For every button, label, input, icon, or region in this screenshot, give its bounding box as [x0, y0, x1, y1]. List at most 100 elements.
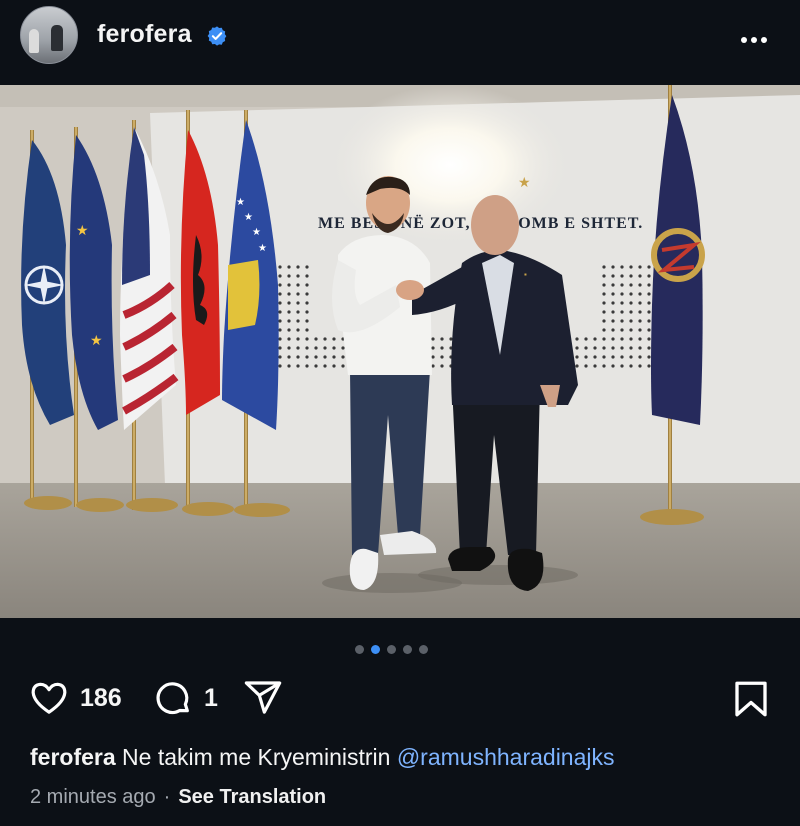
- wall-dot: [638, 337, 642, 341]
- wall-dot: [278, 346, 282, 350]
- wall-dot: [449, 337, 453, 341]
- avatar[interactable]: [20, 6, 78, 64]
- wall-dot: [314, 337, 318, 341]
- avatar-figure: [29, 29, 39, 53]
- wall-dot: [278, 355, 282, 359]
- wall-dot: [602, 337, 606, 341]
- wall-dot: [287, 346, 291, 350]
- wall-dot: [296, 265, 300, 269]
- wall-dot: [278, 292, 282, 296]
- more-options-button[interactable]: [741, 30, 775, 43]
- wall-dot: [611, 355, 615, 359]
- carousel-dot[interactable]: [355, 645, 364, 654]
- wall-dot: [287, 319, 291, 323]
- wall-dot: [314, 355, 318, 359]
- wall-dot: [602, 310, 606, 314]
- wall-dot: [278, 283, 282, 287]
- wall-dot: [431, 337, 435, 341]
- wall-dot: [611, 364, 615, 368]
- wall-dot: [602, 319, 606, 323]
- wall-dot: [602, 265, 606, 269]
- wall-dot: [611, 319, 615, 323]
- wall-dot: [611, 337, 615, 341]
- comment-icon[interactable]: [152, 678, 194, 718]
- wall-dot: [278, 274, 282, 278]
- like-count[interactable]: 186: [80, 684, 122, 713]
- wall-dot: [629, 310, 633, 314]
- wall-dot: [440, 337, 444, 341]
- svg-text:★: ★: [244, 212, 253, 223]
- wall-dot: [629, 301, 633, 305]
- wall-dot: [287, 310, 291, 314]
- wall-dot: [278, 310, 282, 314]
- wall-dot: [629, 283, 633, 287]
- caption-mention[interactable]: @ramushharadinajks: [397, 744, 615, 770]
- wall-dot: [278, 301, 282, 305]
- share-icon[interactable]: [240, 678, 286, 718]
- wall-dot: [323, 337, 327, 341]
- wall-dot: [620, 328, 624, 332]
- wall-dot: [602, 274, 606, 278]
- wall-dot: [620, 319, 624, 323]
- action-bar: 186 1: [0, 670, 800, 726]
- wall-dot: [287, 301, 291, 305]
- wall-dot: [305, 328, 309, 332]
- wall-dot: [305, 274, 309, 278]
- wall-dot: [305, 301, 309, 305]
- post-photo[interactable]: ME BESË NË ZOT, NË KOMB E SHTET. ★ ★ ★: [0, 85, 800, 618]
- wall-dot: [647, 265, 651, 269]
- wall-dot: [287, 337, 291, 341]
- wall-dot: [287, 364, 291, 368]
- caption-username[interactable]: ferofera: [30, 744, 116, 770]
- wall-dot: [332, 364, 336, 368]
- bookmark-icon[interactable]: [730, 678, 772, 720]
- wall-dot: [278, 364, 282, 368]
- wall-dot: [584, 364, 588, 368]
- caption-text: Ne takim me Kryeministrin: [122, 744, 391, 770]
- handshake: [396, 280, 424, 300]
- wall-dot: [647, 301, 651, 305]
- carousel-indicator[interactable]: [355, 641, 435, 654]
- wall-dot: [638, 274, 642, 278]
- wall-dot: [431, 346, 435, 350]
- carousel-dot[interactable]: [419, 645, 428, 654]
- wall-dot: [629, 355, 633, 359]
- carousel-dot[interactable]: [403, 645, 412, 654]
- wall-dot: [611, 328, 615, 332]
- wall-dot: [647, 355, 651, 359]
- wall-dot: [647, 292, 651, 296]
- wall-dot: [296, 274, 300, 278]
- wall-dot: [575, 364, 579, 368]
- wall-dot: [647, 283, 651, 287]
- wall-dot: [647, 319, 651, 323]
- wall-dot: [341, 346, 345, 350]
- carousel-dot-active[interactable]: [371, 645, 380, 654]
- wall-dot: [602, 364, 606, 368]
- svg-text:★: ★: [90, 332, 103, 348]
- svg-text:★: ★: [252, 227, 261, 238]
- wall-dot: [620, 265, 624, 269]
- heart-icon[interactable]: [28, 678, 70, 718]
- wall-dot: [575, 346, 579, 350]
- wall-dot: [278, 328, 282, 332]
- comment-count[interactable]: 1: [204, 684, 218, 713]
- wall-dot: [305, 319, 309, 323]
- svg-text:★: ★: [236, 197, 245, 208]
- svg-text:▪: ▪: [524, 270, 527, 279]
- post-username[interactable]: ferofera: [97, 20, 192, 49]
- wall-dot: [629, 265, 633, 269]
- wall-dot: [323, 355, 327, 359]
- see-translation-link[interactable]: See Translation: [178, 786, 326, 808]
- wall-dot: [638, 364, 642, 368]
- wall-dot: [593, 337, 597, 341]
- wall-dot: [305, 310, 309, 314]
- wall-dot: [287, 292, 291, 296]
- wall-dot: [611, 274, 615, 278]
- carousel-dot[interactable]: [387, 645, 396, 654]
- wall-dot: [287, 355, 291, 359]
- wall-dot: [620, 274, 624, 278]
- wall-dot: [305, 346, 309, 350]
- wall-dot: [278, 265, 282, 269]
- wall-dot: [611, 310, 615, 314]
- wall-dot: [332, 346, 336, 350]
